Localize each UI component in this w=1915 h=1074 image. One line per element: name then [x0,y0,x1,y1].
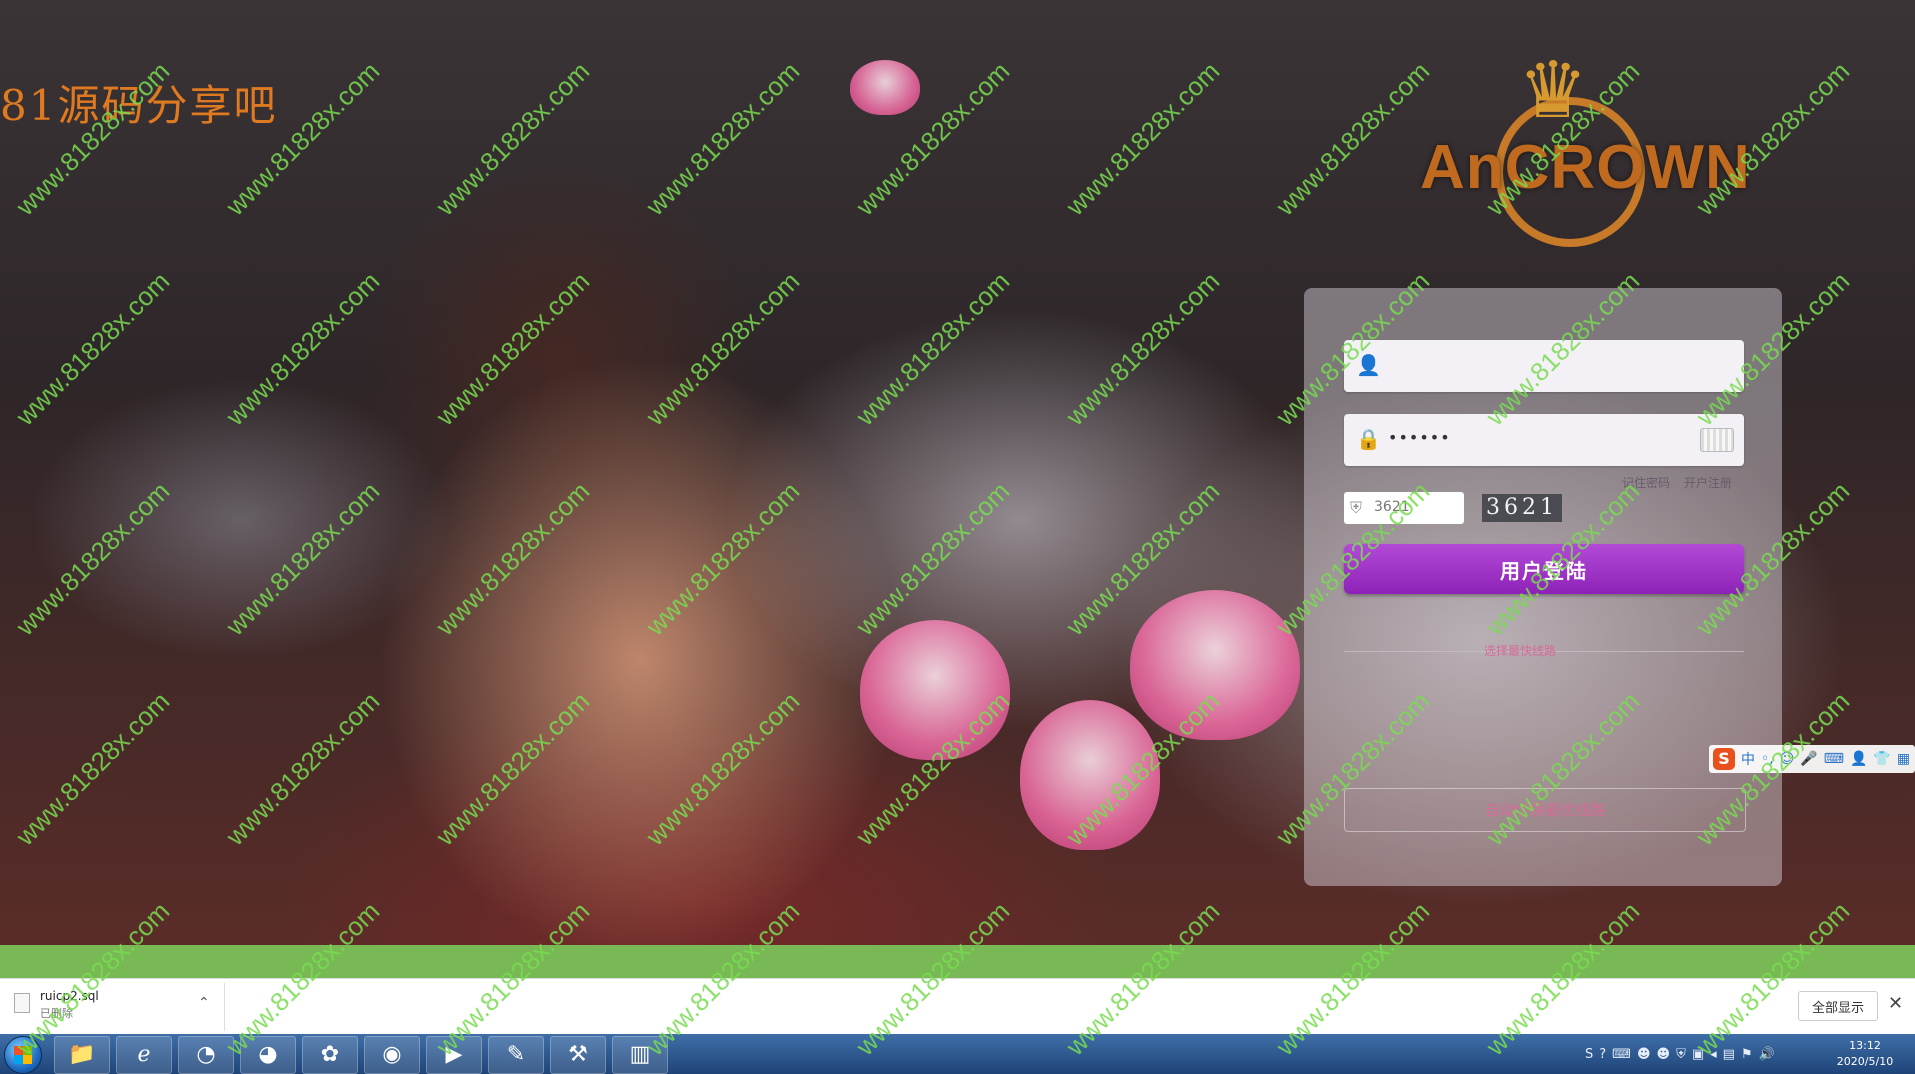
ime-tray-icon[interactable]: ⌨ [1612,1047,1631,1062]
ime-emoji-icon[interactable]: ☺ [1780,751,1795,767]
taskbar-chrome-icon[interactable]: ◉ [364,1036,420,1074]
expand-tray-icon[interactable]: ◂ [1710,1047,1717,1062]
taskbar-editor-icon[interactable]: ✎ [488,1036,544,1074]
clock-date: 2020/5/10 [1836,1055,1894,1068]
remember-password-link[interactable]: 记住密码 [1622,476,1670,490]
shield-icon: ⛨ [1350,498,1363,517]
network-tray-icon[interactable]: ▤ [1723,1047,1735,1062]
ime-lang-icon[interactable]: 中 [1741,749,1755,769]
qq-icon[interactable]: ☻ [1637,1047,1651,1062]
password-field[interactable]: 🔒 •••••• [1344,414,1744,466]
divider [224,983,225,1031]
login-panel: 👤 🔒 •••••• 记住密码 开户注册 ⛨ 3621 3621 用户登陆 选择… [1304,288,1782,886]
login-links: 记住密码 开户注册 [1622,474,1742,491]
sogou-ime-icon[interactable]: S [1713,748,1735,770]
lock-icon: 🔒 [1356,427,1381,451]
help-icon[interactable]: ? [1599,1047,1606,1062]
lotus-flower [850,60,920,115]
captcha-image[interactable]: 3621 [1482,494,1562,522]
taskbar-folder-icon[interactable]: 📁 [54,1036,110,1074]
user-icon: 👤 [1356,353,1381,377]
close-icon[interactable]: ✕ [1888,993,1903,1014]
ime-grid-icon[interactable]: ▦ [1897,751,1910,767]
volume-icon[interactable]: 🔊 [1759,1047,1775,1062]
taskbar-chrome-alt-icon[interactable]: ◔ [178,1036,234,1074]
taskbar-tool-icon[interactable]: ⚒ [550,1036,606,1074]
ime-toolbar[interactable]: S 中 ◦, ☺ 🎤 ⌨ 👤 👕 ▦ [1709,745,1915,773]
clock[interactable]: 13:12 2020/5/10 [1820,1038,1910,1070]
download-status: 已删除 [40,1007,73,1020]
logo-text: AnCROWN [1420,133,1751,202]
taskbar: 📁 ℯ ◔ ◕ ✿ ◉ ▶ ✎ ⚒ ▥ S ? ⌨ ☻ ☻ ⛨ ▣ ◂ ▤ ⚑ … [0,1034,1915,1074]
flag-tray-icon[interactable]: ⚑ [1741,1047,1753,1062]
crown-icon: ♛ [1518,46,1588,136]
download-file-name: ruicp2.sql [40,989,99,1003]
ime-skin-icon[interactable]: 👕 [1873,751,1890,767]
captcha-field[interactable]: ⛨ 3621 [1344,492,1464,524]
ime-punct-icon[interactable]: ◦, [1761,751,1774,767]
display-icon[interactable]: ▣ [1692,1047,1704,1062]
download-bar: ruicp2.sql 已删除 ⌃ 全部显示 ✕ [0,978,1915,1035]
download-item[interactable]: ruicp2.sql 已删除 ⌃ [10,985,210,1029]
taskbar-chart-app-icon[interactable]: ▥ [612,1036,668,1074]
taskbar-firefox-icon[interactable]: ◕ [240,1036,296,1074]
show-all-button[interactable]: 全部显示 [1798,991,1878,1021]
login-button[interactable]: 用户登陆 [1344,544,1744,594]
qq-icon[interactable]: ☻ [1657,1047,1671,1062]
divider-text: 选择最快线路 [1484,644,1557,658]
chevron-up-icon[interactable]: ⌃ [198,995,210,1011]
register-link[interactable]: 开户注册 [1684,476,1732,490]
lotus-flower [860,620,1010,760]
taskbar-ie-icon[interactable]: ℯ [116,1036,172,1074]
taskbar-network-icon[interactable]: ✿ [302,1036,358,1074]
security-icon[interactable]: ⛨ [1676,1047,1686,1062]
password-value: •••••• [1388,428,1451,447]
file-icon [14,993,30,1013]
green-band [0,945,1915,978]
crown-logo: ♛ AnCROWN [1420,42,1751,252]
site-brand-text: 81源码分享吧 [0,81,278,130]
lotus-flower [1130,590,1300,740]
system-tray: S ? ⌨ ☻ ☻ ⛨ ▣ ◂ ▤ ⚑ 🔊 [1585,1034,1775,1074]
start-button[interactable] [4,1036,42,1074]
taskbar-media-player-icon[interactable]: ▶ [426,1036,482,1074]
captcha-value: 3621 [1374,499,1410,515]
auto-route-button[interactable]: 自动切换最优线路 [1344,788,1746,832]
keyboard-icon[interactable] [1700,428,1734,452]
ime-mic-icon[interactable]: 🎤 [1800,751,1817,767]
clock-time: 13:12 [1849,1039,1881,1052]
ime-keyboard-icon[interactable]: ⌨ [1824,751,1844,767]
lotus-flower [1020,700,1160,850]
windows-logo-icon [14,1046,32,1064]
username-field[interactable]: 👤 [1344,340,1744,392]
ime-user-icon[interactable]: 👤 [1850,751,1867,767]
sogou-tray-icon[interactable]: S [1585,1047,1593,1062]
